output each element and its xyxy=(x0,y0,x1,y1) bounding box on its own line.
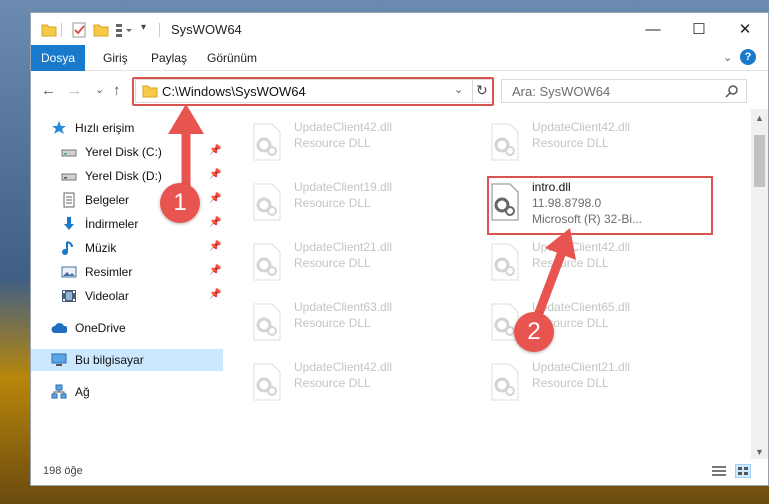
file-name: UpdateClient19.dll xyxy=(294,180,393,194)
file-name: UpdateClient42.dll xyxy=(294,120,393,134)
dll-file-icon xyxy=(253,303,281,341)
file-name: UpdateClient21.dll xyxy=(532,360,631,374)
network-icon xyxy=(51,384,67,399)
star-icon xyxy=(52,121,66,134)
sidebar-item-network[interactable]: Ağ xyxy=(31,381,223,403)
details-view-icon[interactable] xyxy=(711,464,727,478)
tab-file[interactable]: Dosya xyxy=(31,45,85,71)
sidebar-item-videos[interactable]: Videolar 📌 xyxy=(31,285,223,307)
view-options-icon[interactable] xyxy=(115,22,133,38)
sidebar-item-this-pc[interactable]: Bu bilgisayar xyxy=(31,349,223,371)
folder-icon[interactable] xyxy=(41,22,57,38)
pin-icon: 📌 xyxy=(209,217,222,228)
navigation-bar: ← → ⌄ ↑ C:\Windows\SysWOW64 ⌄ ↻ Ara: Sys… xyxy=(31,73,768,109)
music-icon xyxy=(62,241,73,255)
videos-icon xyxy=(62,290,76,302)
properties-icon[interactable] xyxy=(71,22,87,38)
sidebar-item-label: Resimler xyxy=(85,265,133,279)
file-name: UpdateClient21.dll xyxy=(294,240,393,254)
file-name: UpdateClient42.dll xyxy=(294,360,393,374)
explorer-window: ▾ SysWOW64 — ☐ ✕ Dosya Giriş Paylaş Görü… xyxy=(30,12,769,486)
dll-file-icon xyxy=(491,363,519,401)
recent-locations-button[interactable]: ⌄ xyxy=(95,83,104,96)
divider xyxy=(159,23,160,37)
sidebar-item-onedrive[interactable]: OneDrive xyxy=(31,317,223,339)
status-bar: 198 öğe xyxy=(31,459,768,485)
sidebar-item-label: Bu bilgisayar xyxy=(75,353,144,367)
file-description: Resource DLL xyxy=(294,136,371,150)
back-button[interactable]: ← xyxy=(41,82,56,99)
title-bar: ▾ SysWOW64 — ☐ ✕ xyxy=(31,13,768,45)
pin-icon: 📌 xyxy=(209,265,222,276)
file-description: Resource DLL xyxy=(294,196,371,210)
sidebar-item-label: Videolar xyxy=(85,289,129,303)
tab-home[interactable]: Giriş xyxy=(93,45,138,71)
cloud-icon xyxy=(51,323,67,333)
tab-view[interactable]: Görünüm xyxy=(197,45,267,71)
sidebar-item-label: Ağ xyxy=(75,385,90,399)
file-description: Resource DLL xyxy=(294,256,371,270)
dll-file-icon xyxy=(253,243,281,281)
file-item[interactable]: UpdateClient63.dll Resource DLL xyxy=(248,297,458,345)
dll-file-icon xyxy=(253,183,281,221)
new-folder-icon[interactable] xyxy=(93,22,109,38)
sidebar-item-label: Müzik xyxy=(85,241,117,255)
file-item[interactable]: UpdateClient42.dll Resource DLL xyxy=(248,357,458,405)
drive-icon xyxy=(61,149,77,157)
pictures-icon xyxy=(61,266,77,278)
help-icon[interactable]: ? xyxy=(740,49,756,65)
expand-ribbon-icon[interactable]: ⌄ xyxy=(723,51,732,64)
close-button[interactable]: ✕ xyxy=(722,13,768,45)
download-icon xyxy=(64,217,74,230)
sidebar-item-label: Hızlı erişim xyxy=(75,121,135,135)
up-button[interactable]: ↑ xyxy=(113,82,121,99)
scroll-up-icon[interactable]: ▲ xyxy=(755,113,764,123)
search-placeholder: Ara: SysWOW64 xyxy=(512,84,611,99)
documents-icon xyxy=(63,192,75,208)
sidebar-item-label: Belgeler xyxy=(85,193,130,207)
dll-file-icon xyxy=(253,123,281,161)
ribbon-tabs: Dosya Giriş Paylaş Görünüm ⌄ ? xyxy=(31,45,768,71)
divider xyxy=(61,23,62,37)
sidebar-item-music[interactable]: Müzik 📌 xyxy=(31,237,223,259)
computer-icon xyxy=(51,353,67,366)
large-icons-view-icon[interactable] xyxy=(735,464,751,478)
sidebar-item-label: İndirmeler xyxy=(85,217,139,231)
search-box[interactable]: Ara: SysWOW64 xyxy=(501,79,747,103)
file-description: Resource DLL xyxy=(294,316,371,330)
drive-icon xyxy=(61,173,77,181)
maximize-button[interactable]: ☐ xyxy=(676,13,722,45)
sidebar-item-label: OneDrive xyxy=(75,321,126,335)
file-item[interactable]: UpdateClient42.dll Resource DLL xyxy=(248,117,458,165)
file-name: UpdateClient42.dll xyxy=(532,120,631,134)
scroll-down-icon[interactable]: ▼ xyxy=(755,447,764,457)
search-icon[interactable] xyxy=(725,85,738,98)
dll-file-icon xyxy=(253,363,281,401)
file-description: Resource DLL xyxy=(532,136,609,150)
scroll-thumb[interactable] xyxy=(754,135,765,187)
pin-icon: 📌 xyxy=(209,289,222,300)
forward-button[interactable]: → xyxy=(67,82,82,99)
annotation-badge-2: 2 xyxy=(514,312,554,352)
file-description: Resource DLL xyxy=(532,376,609,390)
file-item[interactable]: UpdateClient19.dll Resource DLL xyxy=(248,177,458,225)
dll-file-icon xyxy=(491,123,519,161)
file-name: UpdateClient63.dll xyxy=(294,300,393,314)
file-item[interactable]: UpdateClient21.dll Resource DLL xyxy=(248,237,458,285)
item-count: 198 öğe xyxy=(43,465,83,477)
minimize-button[interactable]: — xyxy=(630,13,676,45)
customize-quick-access-icon[interactable]: ▾ xyxy=(141,22,146,38)
file-list: UpdateClient42.dll Resource DLL UpdateCl… xyxy=(226,109,740,459)
annotation-badge-1: 1 xyxy=(160,183,200,223)
file-item[interactable]: UpdateClient42.dll Resource DLL xyxy=(486,117,696,165)
pin-icon: 📌 xyxy=(209,241,222,252)
vertical-scrollbar[interactable]: ▲ ▼ xyxy=(751,109,768,459)
file-description: Resource DLL xyxy=(294,376,371,390)
window-title: SysWOW64 xyxy=(171,22,242,37)
sidebar-item-pictures[interactable]: Resimler 📌 xyxy=(31,261,223,283)
tab-share[interactable]: Paylaş xyxy=(141,45,197,71)
file-item[interactable]: UpdateClient21.dll Resource DLL xyxy=(486,357,696,405)
